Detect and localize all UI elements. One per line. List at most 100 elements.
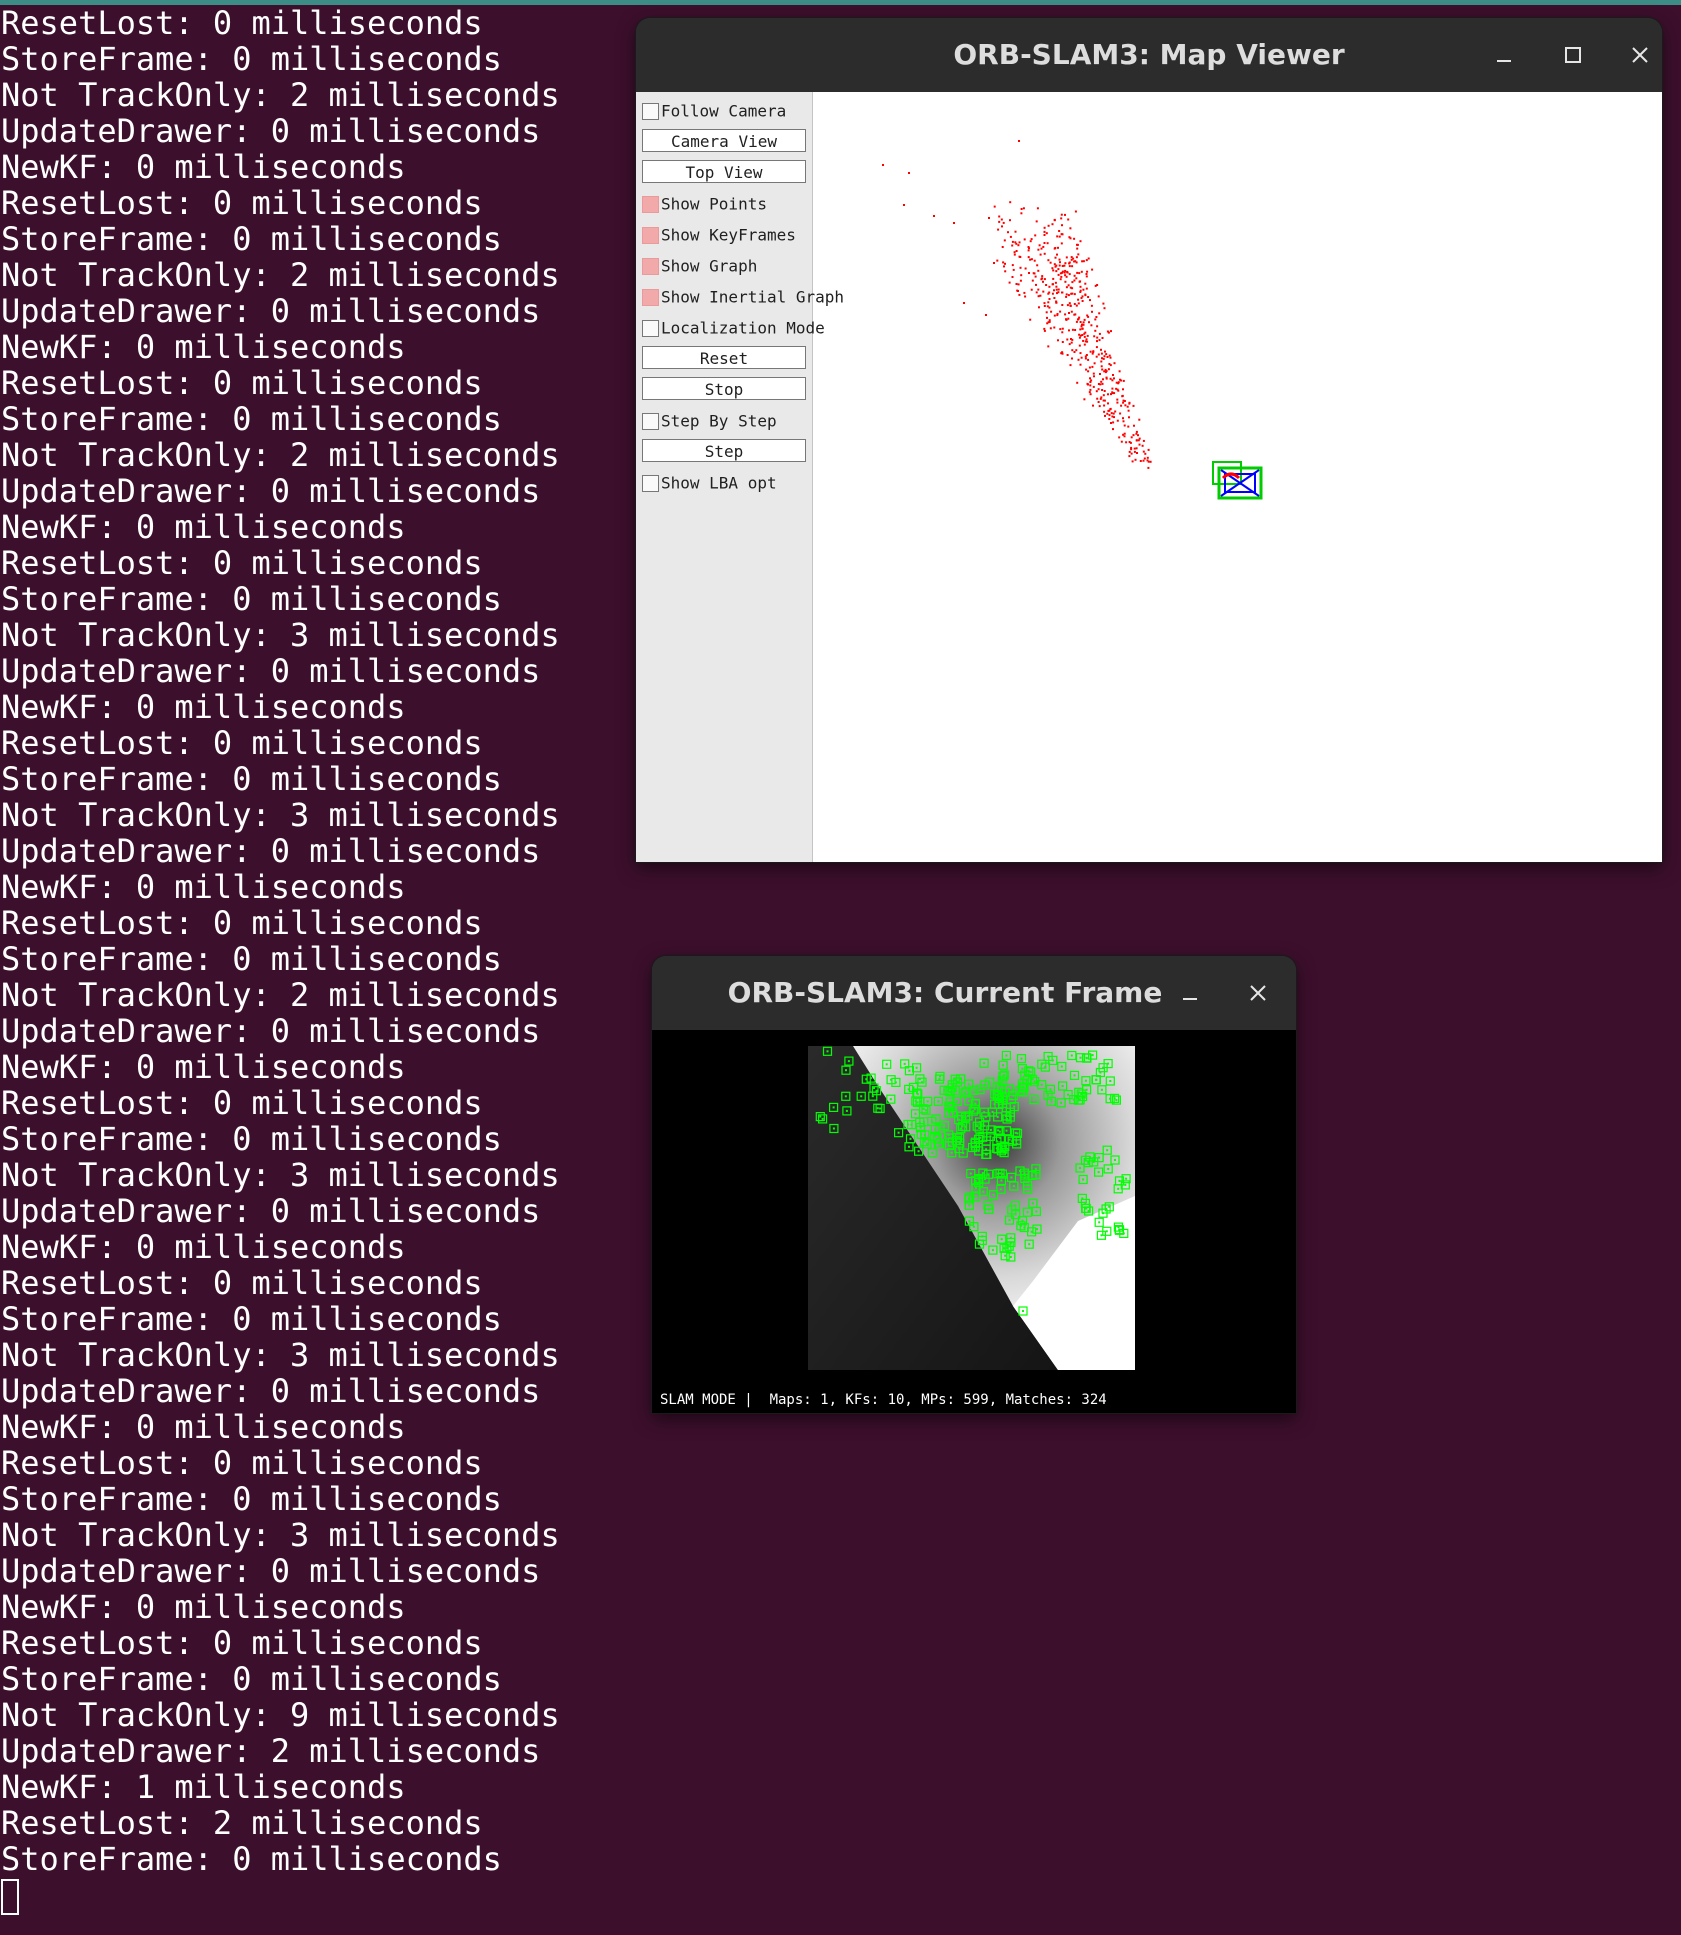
map-point <box>1108 414 1111 417</box>
map-point <box>998 215 1001 218</box>
map-point <box>1127 425 1130 428</box>
terminal-line: UpdateDrawer: 2 milliseconds <box>1 1732 541 1770</box>
map-point <box>1099 397 1102 400</box>
map-point <box>997 228 1000 231</box>
map-point <box>1141 444 1144 447</box>
map-viewer-window[interactable]: ORB-SLAM3: Map Viewer Follow Camera Came… <box>636 18 1662 862</box>
map-point <box>1049 261 1052 264</box>
map-point <box>1079 291 1082 293</box>
map-point <box>1054 281 1057 284</box>
top-view-button[interactable]: Top View <box>642 160 806 183</box>
localization-mode-checkbox[interactable]: Localization Mode <box>642 317 825 339</box>
stop-button[interactable]: Stop <box>642 377 806 400</box>
map-point <box>1069 227 1072 230</box>
map-point <box>1067 317 1070 320</box>
map-point <box>1066 338 1069 341</box>
map-viewer-titlebar[interactable]: ORB-SLAM3: Map Viewer <box>636 18 1662 92</box>
map-point <box>1090 324 1093 327</box>
step-by-step-checkbox[interactable]: Step By Step <box>642 410 777 432</box>
follow-camera-checkbox[interactable]: Follow Camera <box>642 100 786 122</box>
map-point <box>1135 439 1138 442</box>
map-point <box>1043 327 1046 330</box>
camera-view-button[interactable]: Camera View <box>642 129 806 152</box>
map-point <box>1080 270 1083 273</box>
map-point <box>1073 351 1076 353</box>
map-point <box>1095 355 1098 358</box>
step-button[interactable]: Step <box>642 439 806 462</box>
map-point <box>1116 419 1119 422</box>
terminal-line: ResetLost: 0 milliseconds <box>1 1084 483 1122</box>
map-point <box>1078 336 1081 339</box>
map-point <box>1045 311 1048 314</box>
map-point <box>1061 291 1064 294</box>
map-point <box>1086 382 1089 385</box>
map-point <box>1079 363 1082 366</box>
terminal-output[interactable]: ResetLost: 0 milliseconds StoreFrame: 0 m… <box>0 5 640 1915</box>
map-point <box>1127 409 1130 412</box>
map-point <box>1098 332 1101 335</box>
map-point <box>1058 258 1061 261</box>
map-point <box>1033 259 1036 262</box>
map-point <box>1097 383 1100 385</box>
map-point <box>1058 230 1061 232</box>
map-point <box>1107 368 1110 371</box>
map-point <box>882 164 884 166</box>
map-point <box>1090 304 1093 307</box>
map-point <box>993 262 995 264</box>
terminal-line: StoreFrame: 0 milliseconds <box>1 40 502 78</box>
map-3d-canvas[interactable] <box>813 92 1662 862</box>
map-point <box>1076 243 1079 246</box>
terminal-line: NewKF: 0 milliseconds <box>1 1228 406 1266</box>
map-point <box>1018 241 1021 244</box>
show-graph-checkbox[interactable]: Show Graph <box>642 255 757 277</box>
map-point <box>1088 391 1091 394</box>
map-point <box>1102 357 1105 360</box>
map-point <box>1107 393 1109 396</box>
map-point <box>1013 251 1016 254</box>
map-point <box>1081 260 1084 263</box>
map-point <box>1130 452 1133 455</box>
map-point <box>1071 357 1073 360</box>
map-point <box>1079 285 1082 288</box>
map-point <box>1142 439 1145 442</box>
minimize-icon[interactable] <box>1170 973 1210 1013</box>
map-point <box>1056 253 1058 256</box>
current-frame-window[interactable]: ORB-SLAM3: Current Frame SLAM MODE | Map… <box>652 956 1296 1413</box>
checkbox-box <box>642 103 659 120</box>
map-point <box>1096 325 1099 328</box>
map-point <box>1081 327 1084 330</box>
reset-button[interactable]: Reset <box>642 346 806 369</box>
map-point <box>1119 378 1121 381</box>
map-point <box>1105 353 1108 356</box>
map-point <box>1098 312 1101 315</box>
map-point <box>1094 318 1097 321</box>
map-point <box>1037 295 1040 298</box>
terminal-line: NewKF: 0 milliseconds <box>1 688 406 726</box>
map-point <box>1116 398 1119 401</box>
map-point <box>1075 304 1078 307</box>
maximize-icon[interactable] <box>1552 35 1592 75</box>
show-lba-opt-checkbox[interactable]: Show LBA opt <box>642 472 777 494</box>
map-point <box>1102 378 1104 381</box>
map-point <box>1095 346 1098 349</box>
show-points-checkbox[interactable]: Show Points <box>642 193 767 215</box>
map-point <box>1123 432 1126 435</box>
map-point <box>1100 352 1103 355</box>
map-point <box>1136 452 1138 454</box>
current-frame-titlebar[interactable]: ORB-SLAM3: Current Frame <box>652 956 1296 1030</box>
map-point <box>1092 350 1095 353</box>
map-point <box>1047 345 1050 348</box>
minimize-icon[interactable] <box>1484 35 1524 75</box>
show-keyframes-checkbox[interactable]: Show KeyFrames <box>642 224 796 246</box>
map-point <box>1023 238 1026 241</box>
map-point <box>1058 235 1061 238</box>
close-icon[interactable] <box>1620 35 1660 75</box>
map-point <box>1128 450 1131 453</box>
map-point <box>1087 257 1090 260</box>
map-point <box>1068 273 1071 276</box>
terminal-line: UpdateDrawer: 0 milliseconds <box>1 1372 541 1410</box>
map-point <box>1041 277 1044 280</box>
map-point <box>1068 302 1071 305</box>
close-icon[interactable] <box>1238 973 1278 1013</box>
map-point <box>1051 283 1054 286</box>
